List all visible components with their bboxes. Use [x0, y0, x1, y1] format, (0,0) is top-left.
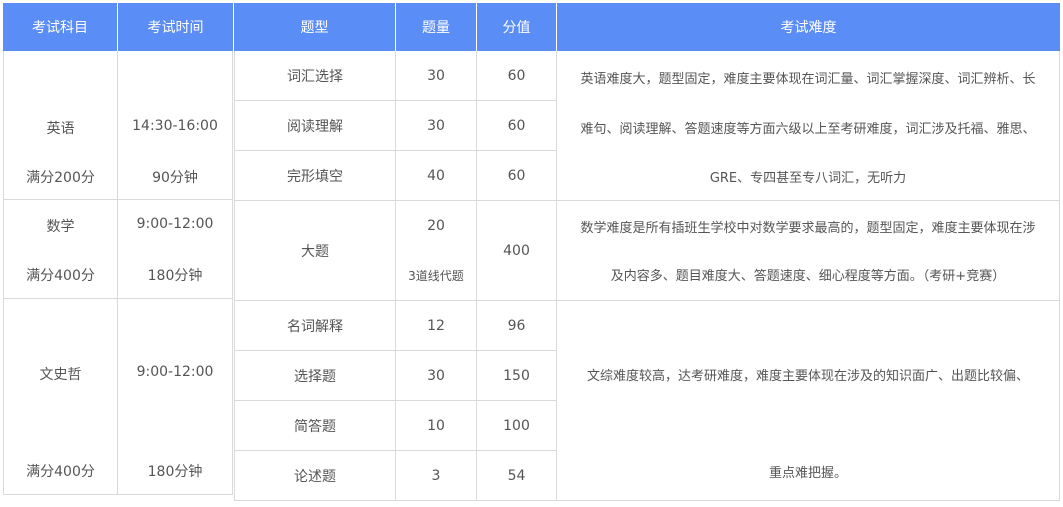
type-cell: 名词解释 — [234, 301, 396, 351]
difficulty-line: 英语难度大，题型固定，难度主要体现在词汇量、词汇掌握深度、词汇辨析、长 — [580, 72, 1036, 87]
subject-name: 数学 — [46, 219, 75, 235]
difficulty-line: GRE、专四甚至专八词汇，无听力 — [709, 171, 907, 186]
difficulty-line: 及内容多、题目难度大、答题速度、细心程度等方面。（考研+竞赛） — [610, 269, 1006, 284]
type-cell: 论述题 — [234, 451, 396, 501]
count-cell: 12 — [396, 301, 477, 351]
full-score: 满分400分 — [26, 268, 95, 284]
full-score: 满分200分 — [26, 170, 95, 186]
type-cell: 完形填空 — [234, 151, 396, 201]
type-cell: 大题 — [234, 201, 396, 301]
header-time: 考试时间 — [118, 3, 233, 51]
time-cell-wenshizhe: 9:00-12:00 180分钟 — [118, 299, 233, 495]
time-cell-english: 14:30-16:00 90分钟 — [118, 51, 233, 200]
difficulty-line: 难句、阅读理解、答题速度等方面六级以上至考研难度，词汇涉及托福、雅思、 — [580, 122, 1036, 137]
score-cell: 60 — [477, 51, 557, 101]
subject-cell-wenshizhe: 文史哲 满分400分 — [3, 299, 118, 495]
type-cell: 选择题 — [234, 351, 396, 401]
exam-info-page: 考试科目 考试时间 题型 题量 分值 考试难度 英语 满分200分 14:30-… — [0, 0, 1063, 507]
header-score: 分值 — [477, 3, 556, 51]
difficulty-cell-english: 英语难度大，题型固定，难度主要体现在词汇量、词汇掌握深度、词汇辨析、长 难句、阅… — [557, 51, 1060, 201]
difficulty-line: 重点难把握。 — [768, 466, 847, 481]
count-cell: 10 — [396, 401, 477, 451]
count-cell: 30 — [396, 351, 477, 401]
difficulty-line: 文综难度较高，达考研难度，难度主要体现在涉及的知识面广、出题比较偏、 — [586, 369, 1029, 384]
difficulty-cell-math: 数学难度是所有插班生学校中对数学要求最高的，题型固定，难度主要体现在涉 及内容多… — [557, 201, 1060, 301]
header-type: 题型 — [234, 3, 395, 51]
time-cell-math: 9:00-12:00 180分钟 — [118, 200, 233, 299]
exam-time: 14:30-16:00 — [132, 118, 218, 134]
exam-duration: 90分钟 — [152, 170, 198, 186]
count-note: 3道线代题 — [408, 269, 464, 283]
difficulty-line: 数学难度是所有插班生学校中对数学要求最高的，题型固定，难度主要体现在涉 — [580, 221, 1036, 236]
exam-duration: 180分钟 — [147, 464, 203, 480]
score-cell: 100 — [477, 401, 557, 451]
count-cell: 3 — [396, 451, 477, 501]
header-count: 题量 — [396, 3, 476, 51]
header-difficulty: 考试难度 — [557, 3, 1060, 51]
exam-duration: 180分钟 — [147, 268, 203, 284]
subject-cell-math: 数学 满分400分 — [3, 200, 118, 299]
score-cell: 60 — [477, 151, 557, 201]
score-cell: 60 — [477, 101, 557, 151]
header-subject: 考试科目 — [3, 3, 117, 51]
exam-time: 9:00-12:00 — [136, 216, 214, 232]
type-cell: 阅读理解 — [234, 101, 396, 151]
subject-name: 英语 — [46, 121, 75, 137]
score-cell: 400 — [477, 201, 557, 301]
score-cell: 96 — [477, 301, 557, 351]
subject-name: 文史哲 — [39, 367, 82, 383]
difficulty-cell-wenshizhe: 文综难度较高，达考研难度，难度主要体现在涉及的知识面广、出题比较偏、 重点难把握… — [557, 301, 1060, 501]
subject-cell-english: 英语 满分200分 — [3, 51, 118, 200]
type-cell: 词汇选择 — [234, 51, 396, 101]
count-cell: 30 — [396, 51, 477, 101]
count-cell: 30 — [396, 101, 477, 151]
score-cell: 150 — [477, 351, 557, 401]
count-value: 20 — [427, 218, 445, 234]
type-cell: 简答题 — [234, 401, 396, 451]
exam-time: 9:00-12:00 — [136, 364, 214, 380]
count-cell: 40 — [396, 151, 477, 201]
count-cell: 20 3道线代题 — [396, 201, 477, 301]
full-score: 满分400分 — [26, 464, 95, 480]
score-cell: 54 — [477, 451, 557, 501]
